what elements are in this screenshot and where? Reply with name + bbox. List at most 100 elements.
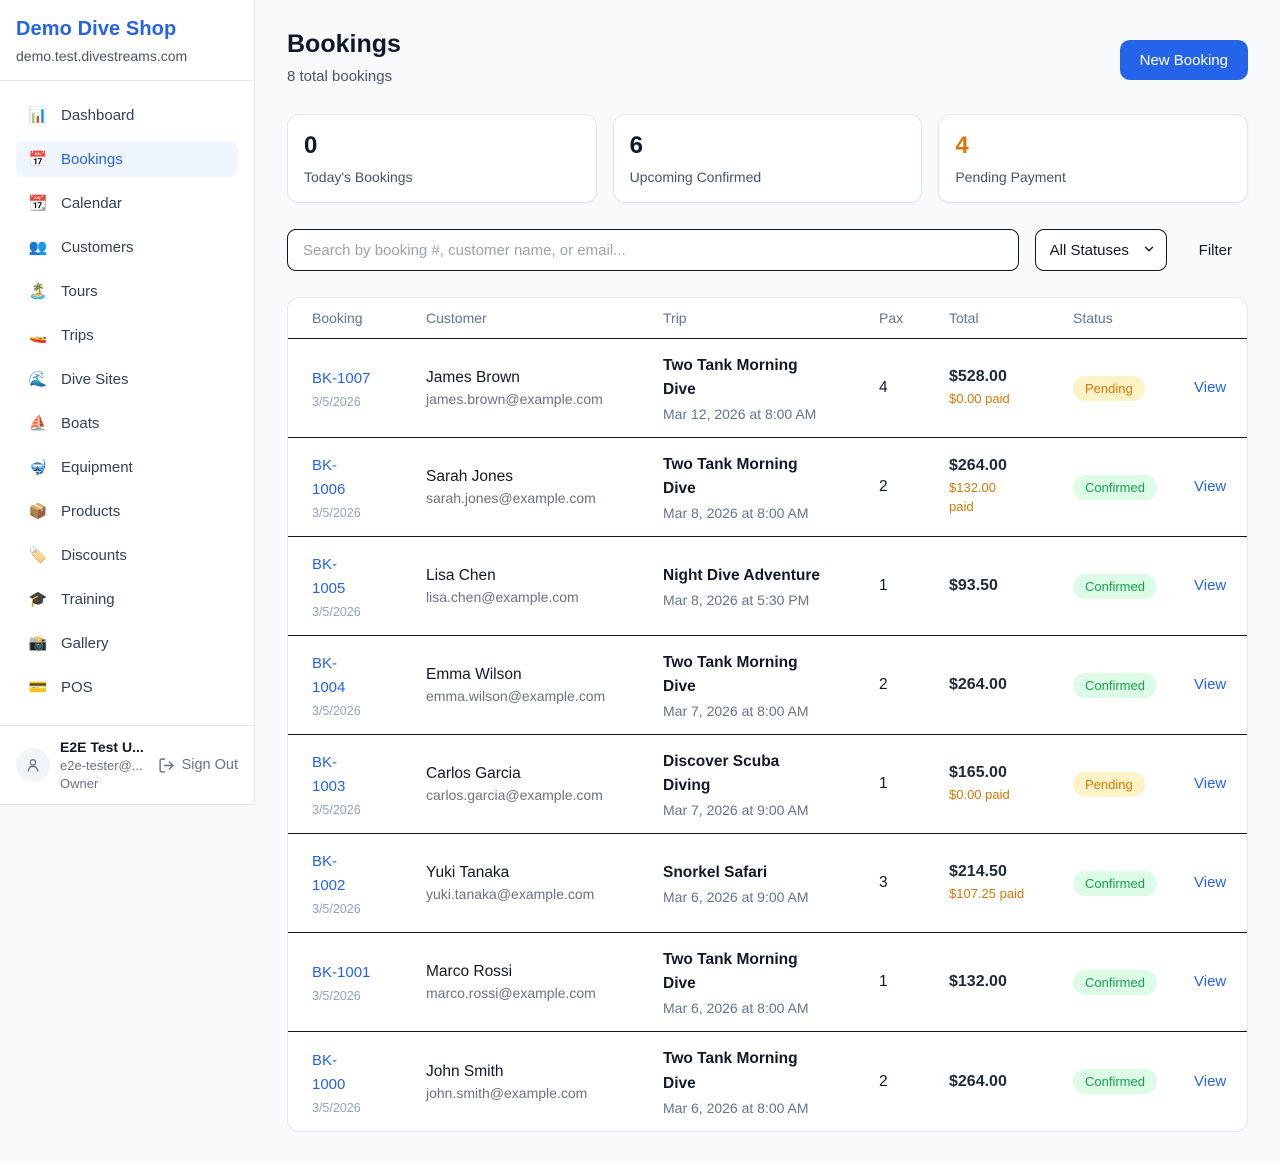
- booking-date: 3/5/2026: [312, 704, 402, 718]
- booking-id-link[interactable]: BK- 1000: [312, 1049, 345, 1097]
- sidebar-item-discounts[interactable]: 🏷️ Discounts: [16, 537, 238, 573]
- status-cell: Confirmed: [1073, 871, 1170, 896]
- bookings-table: Booking Customer Trip Pax Total Status B…: [287, 297, 1248, 1132]
- pax-value: 2: [879, 1073, 925, 1091]
- customer-cell: Sarah Jones sarah.jones@example.com: [426, 468, 639, 506]
- booking-id-link[interactable]: BK- 1004: [312, 652, 345, 700]
- customer-email: marco.rossi@example.com: [426, 985, 639, 1001]
- trip-datetime: Mar 8, 2026 at 5:30 PM: [663, 592, 855, 608]
- total-amount: $264.00: [949, 676, 1049, 694]
- table-row: BK- 1000 3/5/2026 John Smith john.smith@…: [288, 1032, 1247, 1131]
- trip-cell: Night Dive Adventure Mar 8, 2026 at 5:30…: [663, 564, 855, 608]
- sidebar-item-equipment[interactable]: 🤿 Equipment: [16, 449, 238, 485]
- sidebar-item-label: Dashboard: [61, 107, 134, 124]
- booking-date: 3/5/2026: [312, 605, 402, 619]
- total-cell: $214.50 $107.25 paid: [949, 863, 1049, 904]
- sidebar-item-bookings[interactable]: 📅 Bookings: [16, 141, 238, 177]
- sign-out-icon: [158, 757, 175, 774]
- page-title-block: Bookings 8 total bookings: [287, 30, 401, 85]
- tag-icon: 🏷️: [28, 548, 48, 563]
- sidebar-item-boats[interactable]: ⛵ Boats: [16, 405, 238, 441]
- view-link[interactable]: View: [1194, 676, 1226, 693]
- pax-value: 2: [879, 676, 925, 694]
- table-row: BK- 1006 3/5/2026 Sarah Jones sarah.jone…: [288, 438, 1247, 537]
- total-amount: $165.00: [949, 764, 1049, 782]
- sidebar-item-tours[interactable]: 🏝️ Tours: [16, 273, 238, 309]
- table-row: BK-1007 3/5/2026 James Brown james.brown…: [288, 339, 1247, 438]
- new-booking-button[interactable]: New Booking: [1120, 40, 1248, 80]
- status-badge: Pending: [1073, 376, 1145, 401]
- sidebar-item-products[interactable]: 📦 Products: [16, 493, 238, 529]
- users-icon: 👥: [28, 240, 48, 255]
- pax-value: 3: [879, 874, 925, 892]
- booking-id-link[interactable]: BK- 1003: [312, 751, 345, 799]
- stat-label: Upcoming Confirmed: [630, 169, 906, 185]
- status-select[interactable]: All Statuses: [1035, 229, 1167, 271]
- booking-cell: BK- 1002 3/5/2026: [312, 850, 402, 916]
- booking-id-link[interactable]: BK-1007: [312, 367, 370, 391]
- booking-date: 3/5/2026: [312, 989, 402, 1003]
- sidebar-item-label: POS: [61, 679, 93, 696]
- customer-email: james.brown@example.com: [426, 391, 639, 407]
- customer-name: John Smith: [426, 1063, 639, 1081]
- status-badge: Confirmed: [1073, 574, 1157, 599]
- stat-value: 6: [630, 132, 906, 160]
- trip-cell: Two Tank Morning Dive Mar 6, 2026 at 8:0…: [663, 1047, 855, 1115]
- sidebar-item-dive-sites[interactable]: 🌊 Dive Sites: [16, 361, 238, 397]
- sidebar-nav: 📊 Dashboard 📅 Bookings 📆 Calendar 👥 Cust…: [0, 81, 254, 725]
- sidebar-item-label: Calendar: [61, 195, 122, 212]
- actions-cell: View: [1194, 577, 1226, 595]
- speedboat-icon: 🚤: [28, 328, 48, 343]
- table-row: BK- 1003 3/5/2026 Carlos Garcia carlos.g…: [288, 735, 1247, 834]
- booking-cell: BK- 1000 3/5/2026: [312, 1049, 402, 1115]
- customer-name: Marco Rossi: [426, 963, 639, 981]
- view-link[interactable]: View: [1194, 973, 1226, 990]
- total-cell: $264.00 $132.00 paid: [949, 457, 1049, 517]
- table-row: BK- 1002 3/5/2026 Yuki Tanaka yuki.tanak…: [288, 834, 1247, 933]
- booking-id-link[interactable]: BK- 1002: [312, 850, 345, 898]
- status-badge: Confirmed: [1073, 1069, 1157, 1094]
- sidebar-item-training[interactable]: 🎓 Training: [16, 581, 238, 617]
- booking-id-link[interactable]: BK- 1005: [312, 553, 345, 601]
- stat-card-todays-bookings: 0 Today's Bookings: [287, 114, 597, 203]
- view-link[interactable]: View: [1194, 874, 1226, 891]
- brand-name: Demo Dive Shop: [16, 18, 238, 41]
- sidebar-item-gallery[interactable]: 📸 Gallery: [16, 625, 238, 661]
- customer-name: James Brown: [426, 369, 639, 387]
- actions-cell: View: [1194, 379, 1226, 397]
- trip-cell: Two Tank Morning Dive Mar 12, 2026 at 8:…: [663, 354, 855, 422]
- diving-mask-icon: 🤿: [28, 460, 48, 475]
- booking-id-link[interactable]: BK- 1006: [312, 454, 345, 502]
- actions-cell: View: [1194, 973, 1226, 991]
- search-input[interactable]: [287, 229, 1019, 271]
- view-link[interactable]: View: [1194, 775, 1226, 792]
- actions-cell: View: [1194, 775, 1226, 793]
- customer-name: Carlos Garcia: [426, 765, 639, 783]
- pax-value: 4: [879, 379, 925, 397]
- customer-email: emma.wilson@example.com: [426, 688, 639, 704]
- customer-email: john.smith@example.com: [426, 1085, 639, 1101]
- column-header-trip: Trip: [663, 310, 855, 326]
- brand-domain: demo.test.divestreams.com: [16, 48, 238, 64]
- view-link[interactable]: View: [1194, 379, 1226, 396]
- actions-cell: View: [1194, 1073, 1226, 1091]
- booking-cell: BK- 1006 3/5/2026: [312, 454, 402, 520]
- view-link[interactable]: View: [1194, 1073, 1226, 1090]
- sidebar-item-dashboard[interactable]: 📊 Dashboard: [16, 97, 238, 133]
- view-link[interactable]: View: [1194, 577, 1226, 594]
- total-cell: $528.00 $0.00 paid: [949, 368, 1049, 409]
- sidebar-item-calendar[interactable]: 📆 Calendar: [16, 185, 238, 221]
- trip-name: Snorkel Safari: [663, 861, 855, 885]
- sidebar-item-pos[interactable]: 💳 POS: [16, 669, 238, 705]
- customer-cell: Yuki Tanaka yuki.tanaka@example.com: [426, 864, 639, 902]
- view-link[interactable]: View: [1194, 478, 1226, 495]
- sidebar-item-customers[interactable]: 👥 Customers: [16, 229, 238, 265]
- booking-id-link[interactable]: BK-1001: [312, 961, 370, 985]
- page-subtitle: 8 total bookings: [287, 68, 401, 85]
- customer-name: Lisa Chen: [426, 567, 639, 585]
- status-select-wrap: All Statuses: [1035, 229, 1167, 271]
- filter-button[interactable]: Filter: [1183, 242, 1248, 259]
- booking-cell: BK-1007 3/5/2026: [312, 367, 402, 409]
- sidebar-item-trips[interactable]: 🚤 Trips: [16, 317, 238, 353]
- sign-out-button[interactable]: Sign Out: [158, 757, 238, 774]
